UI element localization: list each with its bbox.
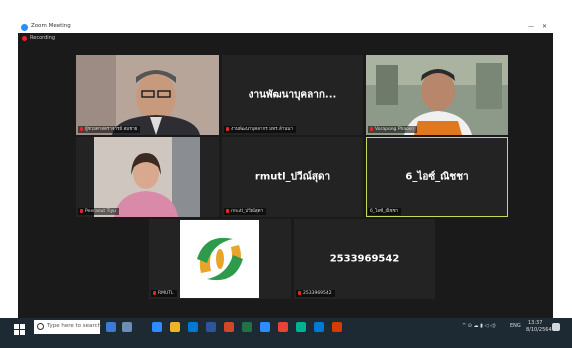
search-icon (37, 323, 44, 330)
participant-name: RMUTL (158, 291, 174, 296)
task-view-icon[interactable] (122, 322, 132, 332)
participant-name-tag: Vorapong Phaosri (368, 126, 418, 133)
muted-mic-icon (298, 290, 301, 295)
language-indicator[interactable]: ENG (510, 323, 521, 329)
participant-tile-4[interactable]: Peeranut Tiyu (76, 137, 219, 217)
clock-date[interactable]: 8/10/2564 (526, 327, 552, 333)
line-icon[interactable] (296, 322, 306, 332)
chrome-icon[interactable] (278, 322, 288, 332)
participant-tile-1[interactable]: ผู้ช่วยศาสตราจารย์ สมชาย (76, 55, 219, 135)
recording-bar: Recording (18, 33, 553, 44)
file-explorer-icon[interactable] (170, 322, 180, 332)
cortana-icon[interactable] (106, 322, 116, 332)
tray-icons[interactable]: ^ ⊙ ☁ ▮ ◁ ◁) (462, 323, 496, 329)
zoom-app-icon (21, 24, 28, 31)
desktop-top-band (0, 0, 572, 22)
participant-video-7 (149, 219, 291, 299)
clock-time[interactable]: 13:37 (528, 320, 542, 326)
participant-name-tag: 6_ไอซ์_ณิชชา (368, 208, 402, 215)
participant-name-tag: rmutl_ปวีณ์สุดา (224, 208, 267, 215)
participant-name: ผู้ช่วยศาสตราจารย์ สมชาย (85, 127, 138, 132)
participant-name: งานพัฒนาบุคลากร มทร.ล้านนา (231, 127, 293, 132)
zoom-meeting-window: Zoom Meeting — ✕ Recording ผู้ช่วยศาสตรา… (18, 22, 553, 318)
muted-mic-icon (370, 126, 373, 131)
participant-tile-8[interactable]: 2533969542 2533969542 (294, 219, 435, 299)
window-title: Zoom Meeting (31, 23, 71, 29)
participant-tile-6-active-speaker[interactable]: 6_ไอซ์_ณิชชา 6_ไอซ์_ณิชชา (366, 137, 508, 217)
participant-display-name: งานพัฒนาบุคลาก... (248, 89, 337, 101)
word-icon[interactable] (206, 322, 216, 332)
participant-name: 6_ไอซ์_ณิชชา (370, 209, 399, 214)
muted-mic-icon (80, 208, 83, 213)
outlook-icon[interactable] (314, 322, 324, 332)
participant-name: 2533969542 (303, 291, 332, 296)
recording-icon (22, 36, 27, 41)
minimize-icon[interactable]: — (528, 23, 534, 30)
participant-name: Vorapong Phaosri (375, 127, 415, 132)
zoom-taskbar-icon[interactable] (260, 322, 270, 332)
participant-tile-7[interactable]: RMUTL (149, 219, 291, 299)
app-icon[interactable] (332, 322, 342, 332)
muted-mic-icon (80, 126, 83, 131)
participant-name-tag: 2533969542 (296, 290, 335, 297)
participant-video-4 (76, 137, 219, 217)
participant-name-tag: งานพัฒนาบุคลากร มทร.ล้านนา (224, 126, 296, 133)
participant-video-3 (366, 55, 508, 135)
muted-mic-icon (226, 126, 229, 131)
participant-display-name: 2533969542 (329, 253, 400, 265)
participant-name: Peeranut Tiyu (85, 209, 116, 214)
search-placeholder: Type here to search (47, 323, 102, 329)
taskbar-search-box[interactable]: Type here to search (34, 320, 102, 334)
participant-video-1 (76, 55, 219, 135)
notification-icon[interactable] (552, 323, 560, 331)
muted-mic-icon (226, 208, 229, 213)
store-icon[interactable] (188, 322, 198, 332)
participant-display-name: rmutl_ปวีณ์สุดา (254, 171, 331, 183)
muted-mic-icon (153, 290, 156, 295)
windows-taskbar: Type here to search ^ ⊙ ☁ ▮ ◁ ◁) ENG 13:… (0, 318, 572, 348)
participant-tile-2[interactable]: งานพัฒนาบุคลาก... งานพัฒนาบุคลากร มทร.ล้… (222, 55, 363, 135)
participant-tile-3[interactable]: Vorapong Phaosri (366, 55, 508, 135)
windows-start-icon[interactable] (14, 324, 25, 335)
participant-tile-5[interactable]: rmutl_ปวีณ์สุดา rmutl_ปวีณ์สุดา (222, 137, 363, 217)
close-icon[interactable]: ✕ (542, 23, 547, 30)
participant-name-tag: ผู้ช่วยศาสตราจารย์ สมชาย (78, 126, 141, 133)
edge-icon[interactable] (152, 322, 162, 332)
participant-name-tag: Peeranut Tiyu (78, 208, 119, 215)
window-titlebar: Zoom Meeting — ✕ (18, 22, 553, 33)
participant-display-name: 6_ไอซ์_ณิชชา (405, 171, 469, 183)
excel-icon[interactable] (242, 322, 252, 332)
participant-name: rmutl_ปวีณ์สุดา (231, 209, 264, 214)
participant-name-tag: RMUTL (151, 290, 177, 297)
recording-label: Recording (30, 35, 56, 41)
powerpoint-icon[interactable] (224, 322, 234, 332)
